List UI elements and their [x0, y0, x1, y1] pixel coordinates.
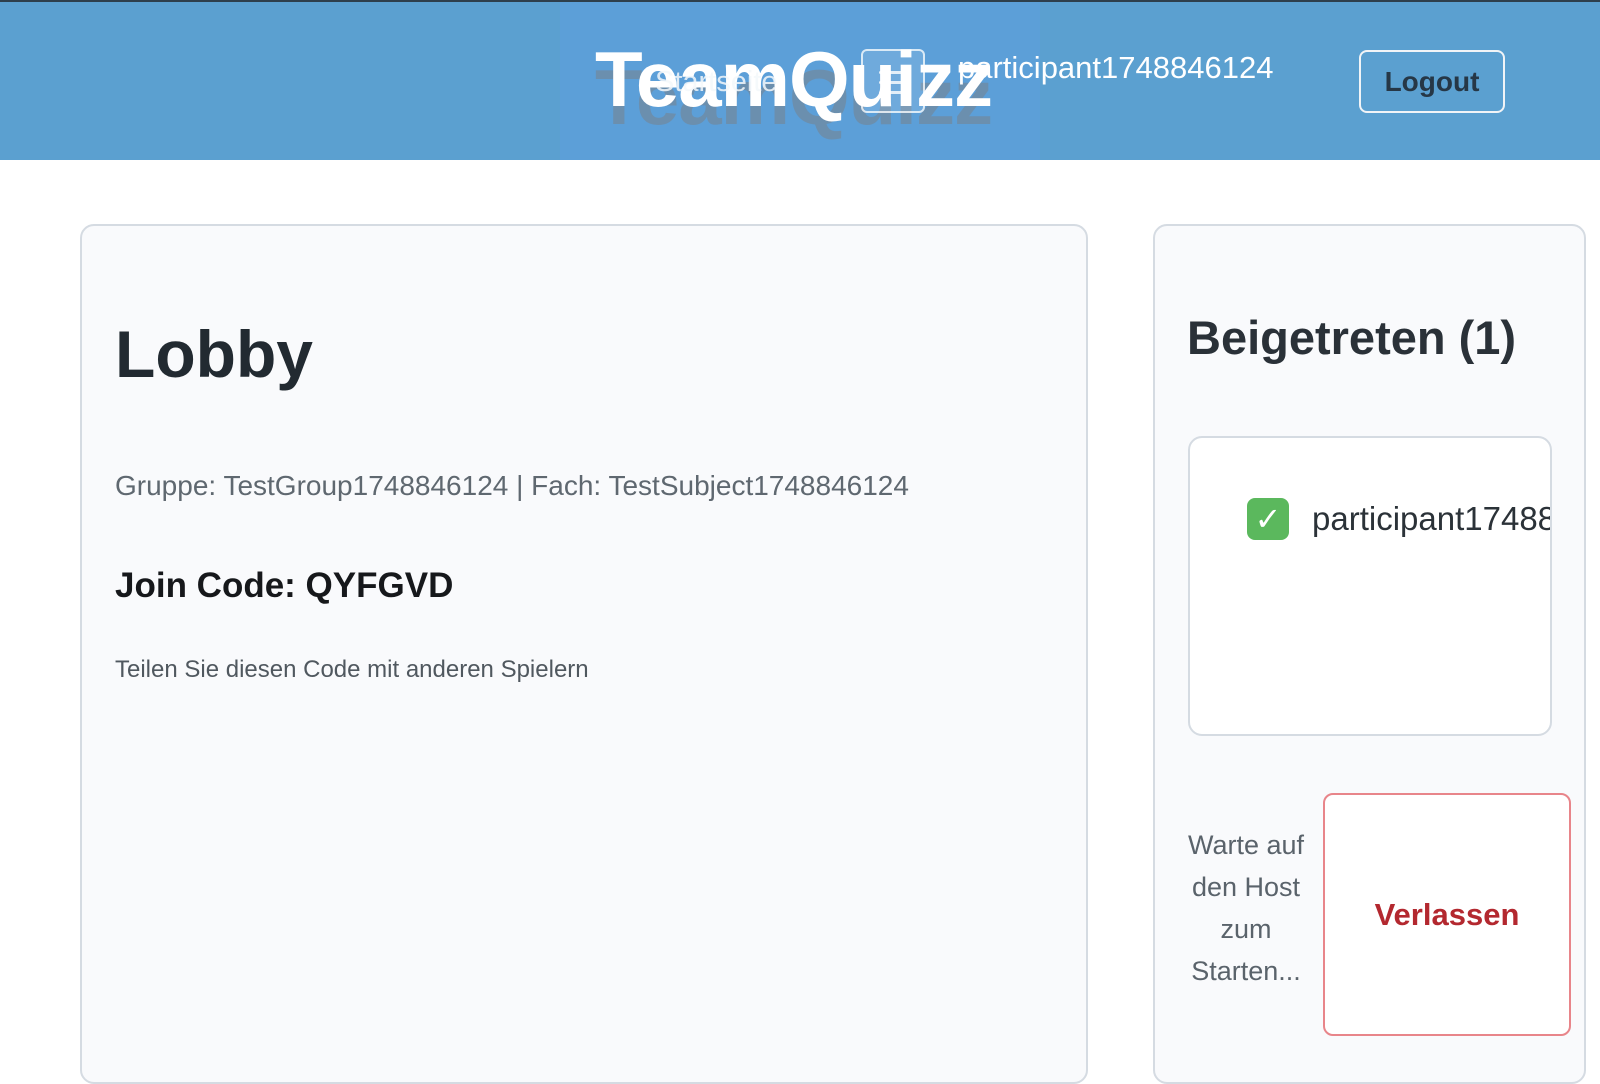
lobby-card: Lobby Gruppe: TestGroup1748846124 | Fach… [80, 224, 1088, 1084]
join-code: Join Code: QYFGVD [115, 566, 454, 605]
top-navbar: TeamQuizz Startseite participant17488461… [0, 0, 1600, 160]
navbar-toggle-button[interactable] [861, 49, 925, 113]
current-username: participant1748846124 [958, 50, 1274, 85]
logout-button[interactable]: Logout [1359, 50, 1505, 113]
list-item: ✓ participant1748846124 [1247, 498, 1550, 540]
leave-button[interactable]: Verlassen [1323, 793, 1571, 1036]
check-mark-icon: ✓ [1247, 498, 1289, 540]
share-code-hint: Teilen Sie diesen Code mit anderen Spiel… [115, 656, 589, 683]
player-list: ✓ participant1748846124 [1188, 436, 1552, 736]
joined-players-card: Beigetreten (1) ✓ participant1748846124 … [1153, 224, 1586, 1084]
group-subject-info: Gruppe: TestGroup1748846124 | Fach: Test… [115, 470, 909, 501]
page-title: Lobby [115, 317, 313, 391]
player-name: participant1748846124 [1312, 500, 1550, 537]
waiting-status: Warte auf den Host zum Starten... [1187, 830, 1305, 986]
joined-players-title: Beigetreten (1) [1187, 311, 1517, 364]
hamburger-menu-icon [879, 71, 909, 101]
nav-link-home[interactable]: Startseite [655, 66, 778, 99]
